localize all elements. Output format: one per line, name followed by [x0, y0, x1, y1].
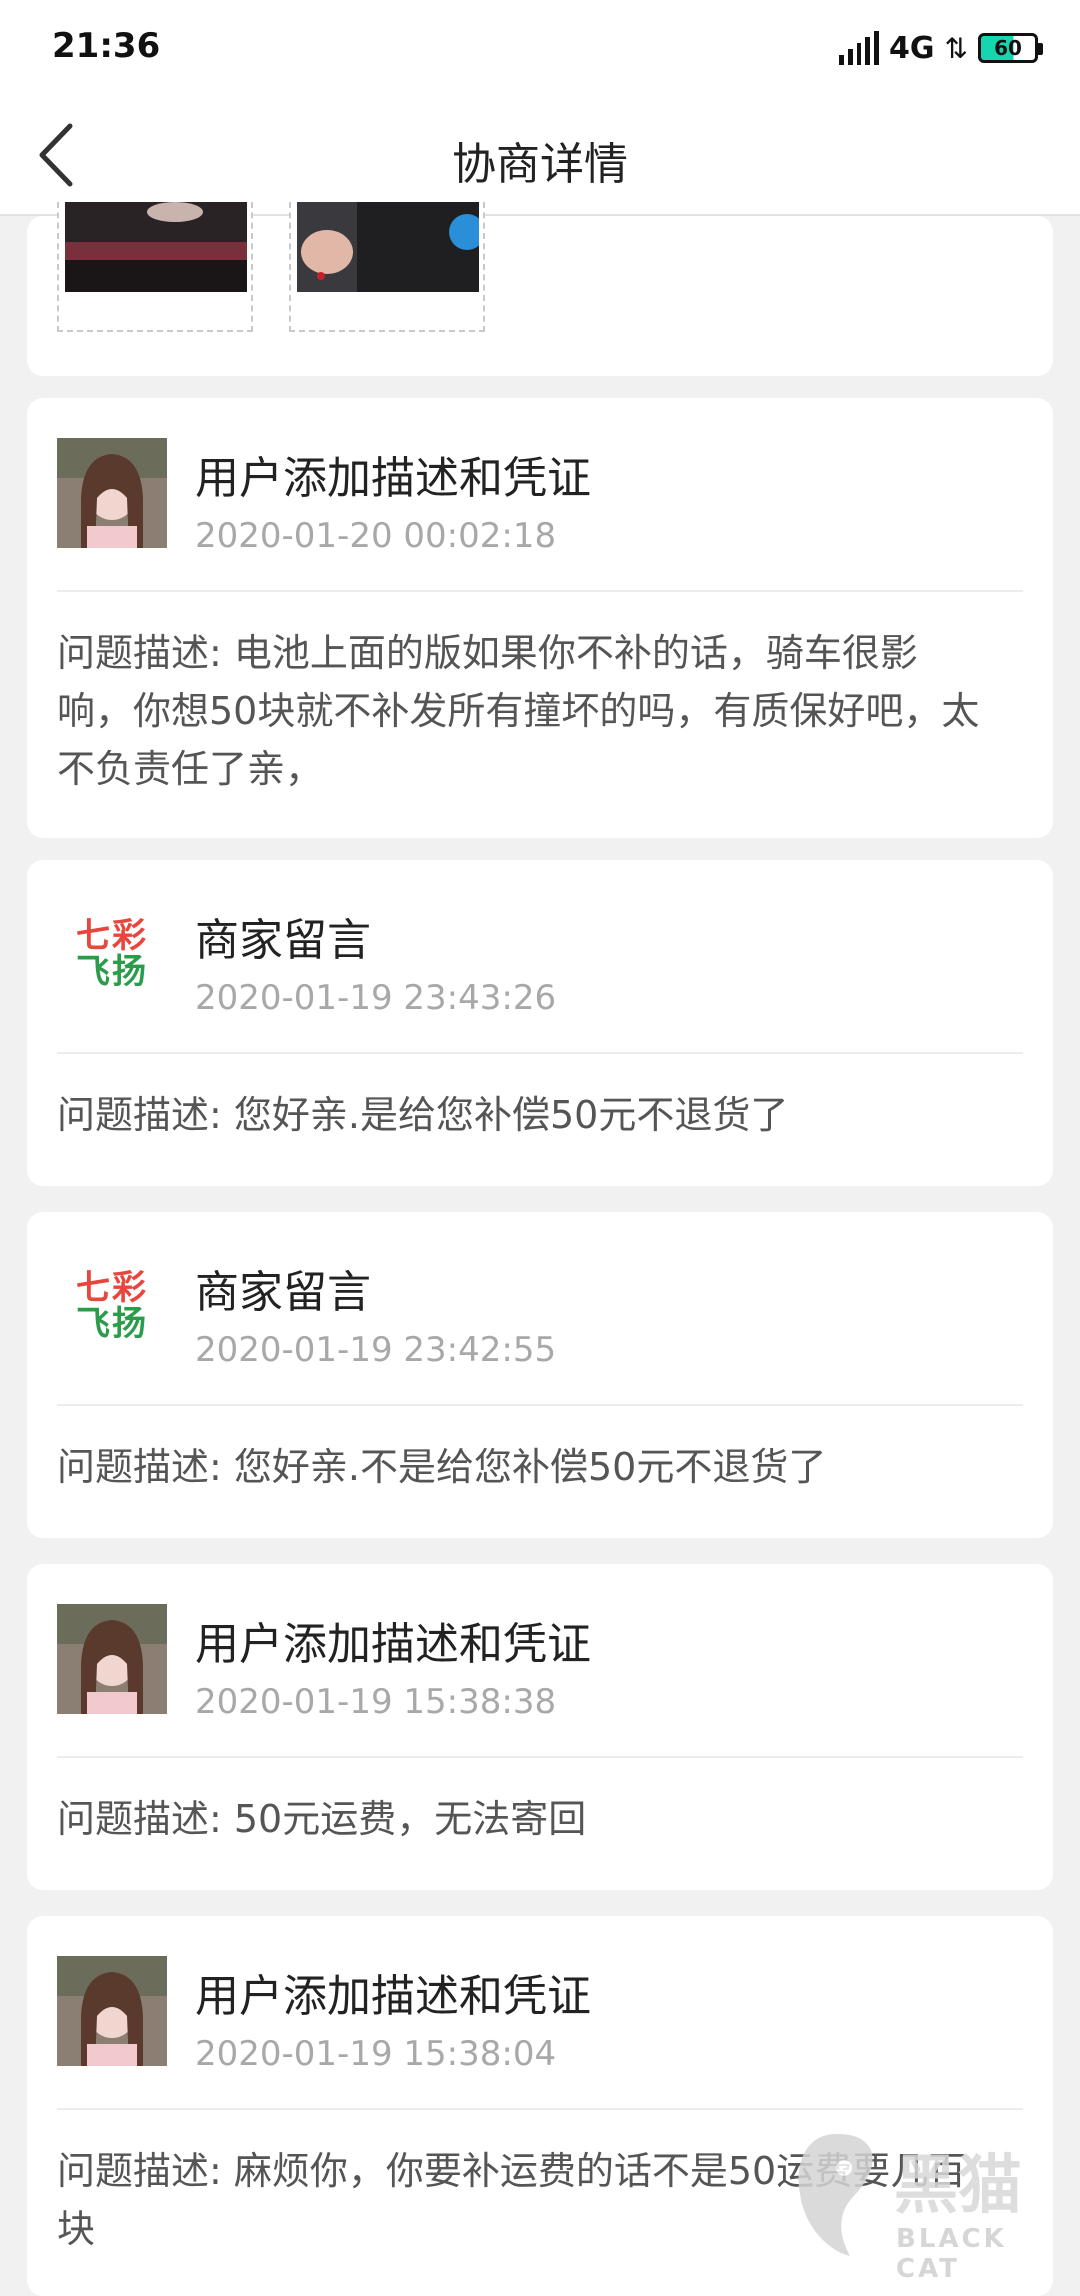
nav-bar: 协商详情	[0, 94, 1080, 216]
negotiation-entry: 用户添加描述和凭证 2020-01-20 00:02:18 问题描述: 电池上面…	[27, 398, 1053, 838]
entry-title: 用户添加描述和凭证	[195, 442, 591, 506]
cat-logo-icon	[786, 2124, 886, 2264]
evidence-images-card	[27, 216, 1053, 376]
divider	[57, 1756, 1023, 1758]
negotiation-entry: 七彩 飞扬 商家留言 2020-01-19 23:43:26 问题描述: 您好亲…	[27, 860, 1053, 1186]
entry-description: 问题描述: 您好亲.是给您补偿50元不退货了	[57, 1086, 993, 1144]
entry-description: 问题描述: 您好亲.不是给您补偿50元不退货了	[57, 1438, 993, 1496]
user-avatar	[57, 438, 167, 548]
entry-timestamp: 2020-01-19 23:43:26	[195, 978, 556, 1018]
divider	[57, 1404, 1023, 1406]
entry-timestamp: 2020-01-19 15:38:38	[195, 1682, 556, 1722]
entry-title: 商家留言	[195, 1256, 371, 1320]
entry-title: 用户添加描述和凭证	[195, 1608, 591, 1672]
user-avatar	[57, 1604, 167, 1714]
merchant-logo-line-1: 七彩	[76, 1271, 148, 1307]
data-transfer-icon: ⇅	[945, 32, 968, 65]
divider	[57, 1052, 1023, 1054]
entry-timestamp: 2020-01-19 15:38:04	[195, 2034, 556, 2074]
status-indicators: 4G ⇅ 60	[839, 28, 1038, 68]
watermark-text: 黑猫	[894, 2134, 1022, 2226]
entry-description: 问题描述: 50元运费，无法寄回	[57, 1790, 993, 1848]
black-cat-watermark: 黑猫 BLACK CAT	[786, 2120, 1056, 2270]
merchant-logo: 七彩 飞扬	[57, 900, 167, 1010]
page-title: 协商详情	[0, 128, 1080, 192]
evidence-thumbnail-2[interactable]	[289, 202, 485, 332]
evidence-image-2	[297, 202, 479, 292]
entry-timestamp: 2020-01-19 23:42:55	[195, 1330, 556, 1370]
entry-title: 商家留言	[195, 904, 371, 968]
status-bar: 21:36 4G ⇅ 60	[0, 0, 1080, 94]
battery-icon: 60	[978, 33, 1038, 63]
merchant-logo-line-2: 飞扬	[76, 1307, 148, 1343]
entry-description: 问题描述: 电池上面的版如果你不补的话，骑车很影响，你想50块就不补发所有撞坏的…	[57, 624, 993, 798]
divider	[57, 590, 1023, 592]
battery-level: 60	[994, 36, 1022, 60]
merchant-logo-line-1: 七彩	[76, 919, 148, 955]
negotiation-entry: 用户添加描述和凭证 2020-01-19 15:38:38 问题描述: 50元运…	[27, 1564, 1053, 1890]
negotiation-entry: 七彩 飞扬 商家留言 2020-01-19 23:42:55 问题描述: 您好亲…	[27, 1212, 1053, 1538]
divider	[57, 2108, 1023, 2110]
watermark-subtext: BLACK CAT	[896, 2224, 1056, 2284]
entry-title: 用户添加描述和凭证	[195, 1960, 591, 2024]
entry-timestamp: 2020-01-20 00:02:18	[195, 516, 556, 556]
evidence-thumbnail-1[interactable]	[57, 202, 253, 332]
merchant-logo-line-2: 飞扬	[76, 955, 148, 991]
network-type: 4G	[889, 31, 935, 66]
signal-icon	[839, 31, 879, 65]
user-avatar	[57, 1956, 167, 2066]
status-time: 21:36	[52, 26, 160, 66]
evidence-image-1	[65, 202, 247, 292]
merchant-logo: 七彩 飞扬	[57, 1252, 167, 1362]
